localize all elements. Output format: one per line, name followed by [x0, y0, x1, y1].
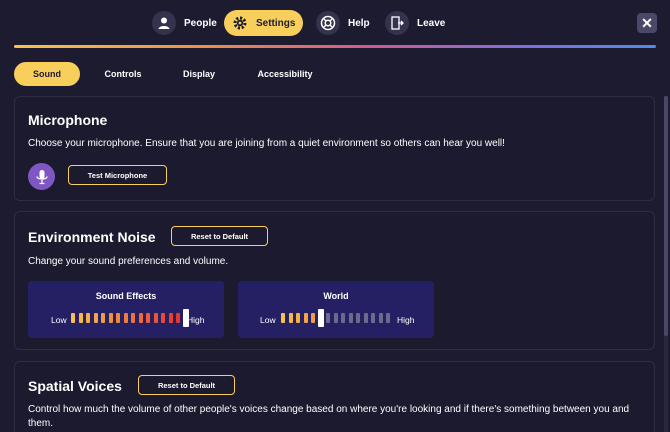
sound-effects-low-label: Low [51, 315, 67, 325]
tab-display[interactable]: Display [174, 62, 224, 86]
volume-segment [123, 313, 128, 323]
volume-segment [108, 313, 113, 323]
volume-segment [86, 313, 90, 323]
nav-settings[interactable]: Settings [224, 10, 303, 36]
volume-segment [363, 313, 368, 323]
volume-segment [341, 313, 345, 323]
volume-segment [176, 313, 180, 323]
tab-controls[interactable]: Controls [92, 62, 154, 86]
nav-leave-label: Leave [417, 17, 446, 29]
volume-segment [326, 313, 330, 323]
microphone-icon[interactable] [28, 163, 55, 190]
world-high-label: High [397, 315, 415, 325]
volume-segment [288, 313, 293, 323]
close-icon: ✕ [641, 14, 653, 31]
volume-segment [356, 313, 360, 323]
volume-segment [303, 313, 308, 323]
exit-door-icon [385, 11, 409, 35]
test-microphone-button[interactable]: Test Microphone [68, 165, 167, 185]
environment-reset-button[interactable]: Reset to Default [171, 226, 268, 246]
close-button[interactable]: ✕ [637, 13, 657, 33]
nav-help-label: Help [348, 17, 370, 29]
world-label: World [323, 291, 349, 301]
sound-effects-high-label: High [187, 315, 205, 325]
nav-people[interactable]: People [152, 10, 227, 36]
environment-noise-panel: Environment Noise Reset to Default Chang… [14, 211, 655, 350]
volume-segment [78, 313, 83, 323]
tab-accessibility[interactable]: Accessibility [250, 62, 320, 86]
volume-segment [71, 313, 75, 323]
volume-segment [93, 313, 98, 323]
slider-knob[interactable] [182, 309, 189, 327]
scrollbar-thumb[interactable] [664, 96, 668, 336]
environment-title: Environment Noise [28, 229, 156, 245]
slider-knob[interactable] [317, 309, 324, 327]
volume-segment [348, 313, 353, 323]
sound-effects-slider[interactable]: Sound Effects Low High [28, 281, 224, 338]
volume-segment [296, 313, 300, 323]
scrollbar[interactable] [664, 96, 668, 432]
nav-leave[interactable]: Leave [385, 10, 455, 36]
world-low-label: Low [260, 315, 276, 325]
environment-description: Change your sound preferences and volume… [28, 256, 229, 267]
volume-segment [146, 313, 150, 323]
volume-segment [281, 313, 285, 323]
nav-help[interactable]: Help [316, 10, 380, 36]
volume-segment [378, 313, 383, 323]
microphone-panel: Microphone Choose your microphone. Ensur… [14, 96, 655, 201]
microphone-description: Choose your microphone. Ensure that you … [28, 138, 505, 149]
volume-segment [131, 313, 135, 323]
spatial-voices-panel: Spatial Voices Reset to Default Control … [14, 361, 655, 432]
volume-segment [161, 313, 165, 323]
volume-segment [311, 313, 315, 323]
spatial-description: Control how much the volume of other peo… [28, 404, 630, 429]
volume-segment [386, 313, 390, 323]
nav-people-label: People [184, 17, 217, 29]
spatial-title: Spatial Voices [28, 378, 122, 394]
volume-segment [153, 313, 158, 323]
gear-icon [232, 11, 248, 35]
volume-segment [138, 313, 143, 323]
accent-divider [14, 45, 656, 48]
volume-segment [333, 313, 338, 323]
volume-segment [371, 313, 375, 323]
tab-sound[interactable]: Sound [14, 62, 80, 86]
spatial-reset-button[interactable]: Reset to Default [138, 375, 235, 395]
world-slider[interactable]: World Low High [238, 281, 434, 338]
volume-segment [168, 313, 173, 323]
sound-effects-label: Sound Effects [95, 291, 157, 301]
lifebuoy-icon [316, 11, 340, 35]
person-icon [152, 11, 176, 35]
nav-settings-label: Settings [256, 17, 296, 29]
volume-segment [116, 313, 120, 323]
top-navigation: People Settings Help Leave ✕ [0, 0, 670, 46]
microphone-title: Microphone [28, 112, 108, 128]
volume-segment [101, 313, 105, 323]
